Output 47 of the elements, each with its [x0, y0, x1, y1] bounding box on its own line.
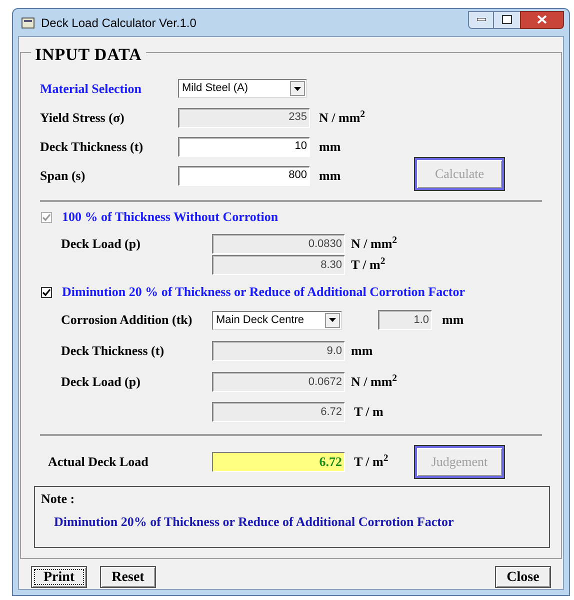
maximize-button[interactable]	[494, 10, 520, 28]
result-field: 6.72	[212, 452, 345, 472]
dialog-button[interactable]: Reset	[100, 566, 156, 588]
value-field[interactable]: 10	[178, 136, 310, 156]
dialog-button[interactable]: Close	[495, 566, 551, 588]
value-field[interactable]: 9.0	[212, 341, 345, 361]
checkbox-label: 100 % of Thickness Without Corrotion	[62, 208, 278, 226]
note-text: Diminution 20% of Thickness or Reduce of Additional Corrotion Factor	[54, 512, 455, 530]
unit-label: T / m	[354, 403, 384, 422]
dialog-button[interactable]: Print	[31, 566, 87, 588]
field-label: Span (s)	[40, 166, 86, 185]
unit-label: T / m$^{2}$	[351, 255, 386, 274]
unit-label: N / mm$^{2}$	[351, 372, 398, 392]
dropdown[interactable]: Mild Steel (A)	[178, 79, 307, 98]
field-label: Corrosion Addition (tk)	[61, 311, 194, 330]
unit-label: mm	[319, 166, 341, 185]
minimize-icon	[476, 18, 486, 21]
note-title: Note :	[41, 490, 76, 508]
minimize-button[interactable]	[468, 10, 494, 28]
unit-label: T / m$^{2}$	[354, 452, 388, 471]
value-field[interactable]: 800	[178, 166, 310, 186]
field-label: Deck Load (p)	[61, 373, 142, 392]
checkbox[interactable]	[41, 286, 52, 298]
value-field[interactable]: 235	[178, 108, 310, 128]
dropdown[interactable]: Main Deck Centre	[212, 310, 342, 330]
unit-label: mm	[319, 138, 341, 156]
value-field[interactable]: 6.72	[212, 402, 345, 422]
checkbox-label: Diminution 20 % of Thickness or Reduce of Additional Corrotion Factor	[62, 283, 466, 302]
field-label: Deck Load (p)	[61, 235, 142, 254]
app-icon	[21, 16, 35, 28]
unit-label: mm	[351, 342, 373, 360]
field-label: Actual Deck Load	[48, 452, 150, 471]
field-label: Deck Thickness (t)	[40, 138, 144, 156]
window-title: Deck Load Calculator Ver.1.0	[41, 14, 196, 32]
unit-label: mm	[442, 311, 464, 330]
dropdown-value: Main Deck Centre	[215, 312, 306, 328]
field-label: Deck Thickness (t)	[61, 342, 166, 360]
field-label: Material Selection	[40, 80, 142, 98]
dropdown-value: Mild Steel (A)	[181, 81, 250, 96]
field-label: Yield Stress (σ)	[40, 108, 126, 127]
value-field[interactable]: 1.0	[378, 310, 432, 330]
close-button[interactable]	[520, 10, 564, 28]
close-icon	[537, 15, 547, 24]
unit-label: N / mm$^{2}$	[351, 234, 398, 254]
value-field[interactable]: 0.0672	[212, 372, 345, 392]
unit-label: N / mm$^{2}$	[319, 108, 366, 127]
maximize-icon	[502, 15, 512, 24]
